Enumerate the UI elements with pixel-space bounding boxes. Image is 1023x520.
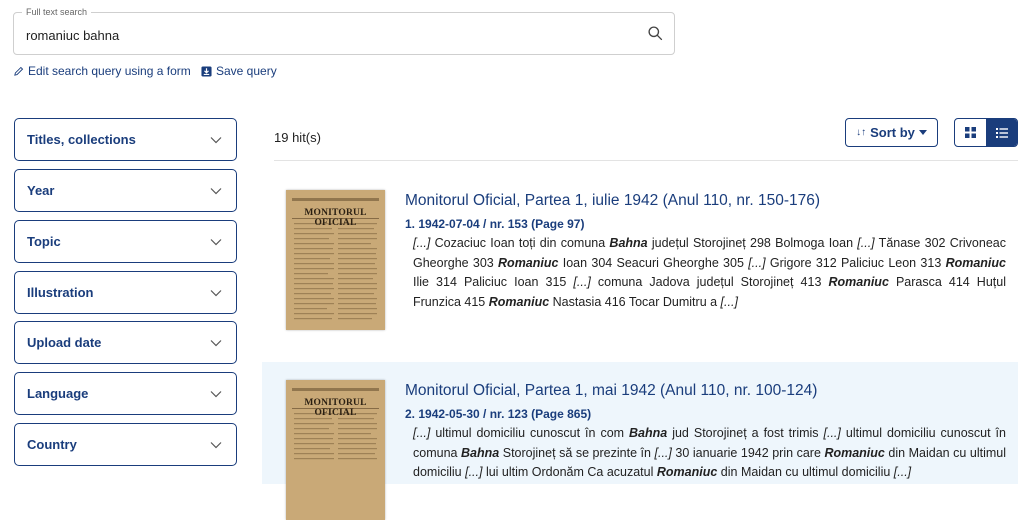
results-divider (274, 160, 1018, 161)
hit-count: 19 hit(s) (274, 130, 321, 145)
chevron-down-icon (210, 339, 222, 346)
highlight-term: Romaniuc (945, 255, 1006, 270)
facet-label: Topic (27, 234, 61, 249)
chevron-down-icon (210, 238, 222, 245)
facet-language[interactable]: Language (14, 372, 237, 415)
sort-by-button[interactable]: ↓↑ Sort by (845, 118, 938, 147)
result-hit-link[interactable]: 2. 1942-05-30 / nr. 123 (Page 865) (405, 407, 591, 421)
grid-view-button[interactable] (955, 119, 986, 146)
facet-label: Titles, collections (27, 132, 136, 147)
facet-upload-date[interactable]: Upload date (14, 321, 237, 364)
facet-year[interactable]: Year (14, 169, 237, 212)
list-view-icon (995, 127, 1008, 138)
facet-label: Upload date (27, 335, 102, 350)
snippet-text: Ilie 314 Paliciuc Ioan 315 (413, 275, 574, 289)
result-thumbnail[interactable]: MONITORUL OFICIAL (286, 380, 385, 520)
save-icon (201, 65, 212, 77)
highlight-term: Romaniuc (488, 294, 550, 309)
sort-by-label: Sort by (870, 125, 915, 140)
highlight-term: Bahna (461, 445, 500, 460)
ellipsis-marker: [...] (823, 426, 841, 440)
result-title-link[interactable]: Monitorul Oficial, Partea 1, iulie 1942 … (405, 192, 820, 210)
ellipsis-marker: [...] (748, 255, 766, 270)
chevron-down-icon (210, 136, 222, 143)
sort-icon: ↓↑ (856, 127, 867, 138)
snippet-text: Nastasia 416 Tocar Dumitru a (549, 294, 721, 309)
ellipsis-marker: [...] (465, 465, 483, 479)
facet-illustration[interactable]: Illustration (14, 271, 237, 314)
snippet-text: județul Storojineț 298 Bolmoga Ioan (647, 236, 858, 250)
snippet-text: Grigore 312 Paliciuc Leon 313 (765, 255, 946, 270)
highlight-term: Romaniuc (824, 445, 885, 460)
result-item: MONITORUL OFICIAL Monitorul Oficial, Par… (262, 172, 1018, 342)
result-snippet: [...] ultimul domiciliu cunoscut în com … (413, 424, 1006, 483)
facet-country[interactable]: Country (14, 423, 237, 466)
facet-label: Year (27, 183, 55, 198)
thumbnail-masthead: MONITORUL OFICIAL (304, 208, 367, 228)
result-thumbnail[interactable]: MONITORUL OFICIAL (286, 190, 385, 330)
ellipsis-marker: [...] (573, 275, 591, 289)
chevron-down-icon (210, 441, 222, 448)
result-snippet: [...] Cozaciuc Ioan toți din comuna Bahn… (413, 234, 1006, 312)
chevron-down-icon (210, 187, 222, 194)
highlight-term: Romaniuc (498, 255, 559, 270)
ellipsis-marker: [...] (893, 465, 912, 479)
save-query-label: Save query (216, 64, 277, 78)
search-box: Full text search (13, 6, 675, 55)
chevron-down-icon (210, 289, 222, 296)
result-item: MONITORUL OFICIAL Monitorul Oficial, Par… (262, 362, 1018, 520)
grid-view-icon (965, 127, 976, 138)
search-input[interactable] (26, 25, 626, 45)
result-title-link[interactable]: Monitorul Oficial, Partea 1, mai 1942 (A… (405, 382, 817, 400)
facet-topic[interactable]: Topic (14, 220, 237, 263)
highlight-term: Bahna (629, 426, 668, 440)
search-icon[interactable] (647, 25, 664, 42)
facet-label: Language (27, 386, 89, 401)
highlight-term: Romaniuc (828, 275, 889, 289)
caret-down-icon (918, 130, 927, 135)
snippet-text: din Maidan cu ultimul domiciliu (717, 465, 894, 479)
edit-query-label: Edit search query using a form (28, 64, 191, 78)
snippet-text: lui ultim Ordonăm Ca acuzatul (482, 465, 657, 479)
view-toggle (954, 118, 1018, 147)
snippet-text: comuna Jadova județul Storojineț 413 (590, 275, 829, 289)
thumbnail-masthead: MONITORUL OFICIAL (304, 398, 367, 418)
ellipsis-marker: [...] (413, 426, 431, 440)
highlight-term: Romaniuc (656, 465, 718, 479)
snippet-text: Storojineț să se prezinte în (499, 445, 655, 460)
save-query-link[interactable]: Save query (201, 64, 277, 78)
facet-label: Illustration (27, 285, 94, 300)
edit-query-link[interactable]: Edit search query using a form (13, 64, 191, 78)
snippet-text: Ioan 304 Seacuri Gheorghe 305 (558, 255, 749, 270)
ellipsis-marker: [...] (720, 294, 738, 309)
ellipsis-marker: [...] (857, 236, 875, 250)
snippet-text: ultimul domiciliu cunoscut în com (430, 426, 630, 440)
chevron-down-icon (210, 390, 222, 397)
snippet-text: Cozaciuc Ioan toți din comuna (430, 236, 610, 250)
snippet-text: jud Storojineț a fost trimis (667, 426, 824, 440)
highlight-term: Bahna (609, 236, 648, 250)
result-hit-link[interactable]: 1. 1942-07-04 / nr. 153 (Page 97) (405, 217, 584, 231)
pencil-icon (14, 66, 24, 76)
facet-titles-collections[interactable]: Titles, collections (14, 118, 237, 161)
facet-label: Country (27, 437, 77, 452)
snippet-text: 30 ianuarie 1942 prin care (671, 445, 825, 460)
list-view-button[interactable] (986, 119, 1017, 146)
ellipsis-marker: [...] (654, 445, 672, 460)
search-legend: Full text search (22, 6, 92, 18)
ellipsis-marker: [...] (413, 236, 431, 250)
